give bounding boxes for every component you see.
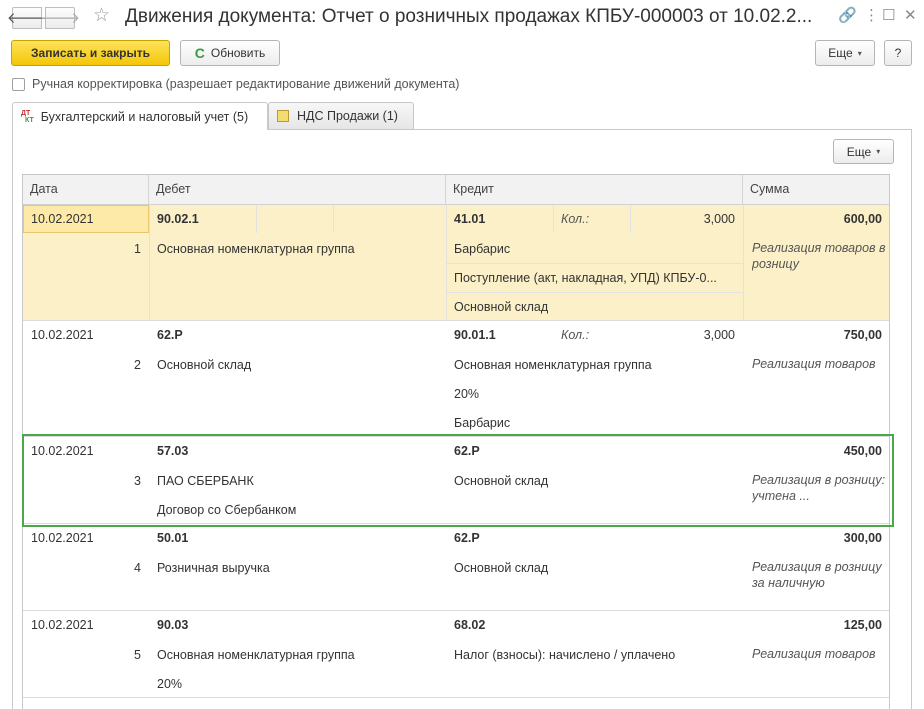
debit-account: 50.01 bbox=[157, 531, 189, 545]
row-date: 10.02.2021 bbox=[31, 212, 94, 226]
row-sum: 750,00 bbox=[843, 328, 882, 342]
credit-subconto: 20% bbox=[454, 387, 480, 401]
row-sum: 600,00 bbox=[843, 212, 882, 226]
row-number: 1 bbox=[134, 242, 141, 256]
debit-subconto: Договор со Сбербанком bbox=[157, 503, 297, 517]
refresh-label: Обновить bbox=[210, 46, 266, 60]
row-description: Реализация товаров в розницу bbox=[752, 241, 886, 271]
link-icon[interactable]: 🔗 bbox=[838, 8, 857, 23]
credit-account: 68.02 bbox=[454, 618, 486, 632]
row-description: Реализация в розницу за наличную bbox=[752, 560, 882, 590]
close-icon[interactable]: ✕ bbox=[904, 8, 917, 23]
header-sum[interactable]: Сумма bbox=[743, 175, 889, 205]
more-label: Еще bbox=[828, 46, 853, 60]
row-sum: 300,00 bbox=[843, 531, 882, 545]
window-title: Движения документа: Отчет о розничных пр… bbox=[125, 6, 813, 27]
row-date: 10.02.2021 bbox=[31, 328, 94, 342]
document-icon bbox=[277, 110, 289, 122]
table-more-button[interactable]: Еще ▾ bbox=[833, 139, 894, 164]
header-date[interactable]: Дата bbox=[23, 175, 149, 205]
debit-account: 90.02.1 bbox=[157, 212, 199, 226]
table-row[interactable]: 10.02.2021 2 62.Р Основной склад 90.01.1… bbox=[23, 321, 889, 437]
table-row[interactable]: 10.02.2021 4 50.01 Розничная выручка 62.… bbox=[23, 524, 889, 611]
title-bar: 🡐 🡒 ☆ Движения документа: Отчет о рознич… bbox=[0, 0, 924, 36]
chevron-down-icon: ▾ bbox=[857, 48, 862, 58]
row-number: 2 bbox=[134, 358, 141, 372]
credit-subconto: Поступление (акт, накладная, УПД) КПБУ-0… bbox=[454, 271, 717, 285]
credit-subconto: Барбарис bbox=[454, 242, 511, 256]
debit-account: 62.Р bbox=[157, 328, 183, 342]
tab-vat-sales[interactable]: НДС Продажи (1) bbox=[268, 102, 414, 129]
qty-label: Кол.: bbox=[561, 328, 590, 342]
debit-account: 57.03 bbox=[157, 444, 189, 458]
tab-accounting[interactable]: ДТ КТ Бухгалтерский и налоговый учет (5) bbox=[12, 102, 268, 130]
table-header: Дата Дебет Кредит Сумма bbox=[23, 175, 889, 205]
debit-subconto: 20% bbox=[157, 677, 183, 691]
debit-subconto: Розничная выручка bbox=[157, 561, 270, 575]
credit-subconto: Основной склад bbox=[454, 474, 549, 488]
tab-accounting-label: Бухгалтерский и налоговый учет (5) bbox=[40, 109, 249, 124]
forward-icon[interactable]: 🡒 bbox=[40, 7, 80, 29]
table-row[interactable]: 10.02.2021 5 90.03 Основная номенклатурн… bbox=[23, 611, 889, 698]
row-number: 5 bbox=[134, 648, 141, 662]
row-description: Реализация в розницу: учтена ... bbox=[752, 473, 886, 503]
debit-subconto: Основная номенклатурная группа bbox=[157, 242, 355, 256]
credit-subconto: Основной склад bbox=[454, 300, 549, 314]
help-button[interactable]: ? bbox=[884, 40, 912, 66]
row-sum: 450,00 bbox=[843, 444, 882, 458]
debit-subconto: ПАО СБЕРБАНК bbox=[157, 474, 254, 488]
table-more-label: Еще bbox=[846, 144, 872, 159]
credit-subconto: Основной склад bbox=[454, 561, 549, 575]
debit-subconto: Основная номенклатурная группа bbox=[157, 648, 355, 662]
credit-account: 62.Р bbox=[454, 531, 480, 545]
manual-correction-label: Ручная корректировка (разрешает редактир… bbox=[32, 77, 460, 91]
row-date: 10.02.2021 bbox=[31, 444, 94, 458]
refresh-button[interactable]: C Обновить bbox=[180, 40, 280, 66]
qty-value: 3,000 bbox=[703, 328, 735, 342]
credit-subconto: Налог (взносы): начислено / уплачено bbox=[454, 648, 676, 662]
back-icon[interactable]: 🡐 bbox=[7, 7, 47, 29]
debit-account: 90.03 bbox=[157, 618, 189, 632]
row-number: 3 bbox=[134, 474, 141, 488]
debit-subconto: Основной склад bbox=[157, 358, 252, 372]
table-row[interactable]: 10.02.2021 3 57.03 ПАО СБЕРБАНК Договор … bbox=[23, 437, 889, 524]
credit-account: 90.01.1 bbox=[454, 328, 496, 342]
row-number: 4 bbox=[134, 561, 141, 575]
chevron-down-icon: ▾ bbox=[876, 147, 881, 156]
manual-correction-row[interactable]: Ручная корректировка (разрешает редактир… bbox=[12, 77, 459, 91]
save-and-close-button[interactable]: Записать и закрыть bbox=[11, 40, 170, 66]
table-row[interactable]: 10.02.2021 1 90.02.1 Основная номенклату… bbox=[23, 205, 889, 321]
tab-vat-sales-label: НДС Продажи (1) bbox=[297, 109, 398, 123]
row-sum: 125,00 bbox=[843, 618, 882, 632]
row-description: Реализация товаров bbox=[752, 647, 876, 661]
qty-label: Кол.: bbox=[561, 212, 590, 226]
more-button[interactable]: Еще ▾ bbox=[815, 40, 875, 66]
header-debit[interactable]: Дебет bbox=[149, 175, 446, 205]
credit-account: 41.01 bbox=[454, 212, 486, 226]
row-date: 10.02.2021 bbox=[31, 618, 94, 632]
dt-kt-icon: ДТ КТ bbox=[21, 109, 34, 124]
more-vertical-icon[interactable]: ⋮ bbox=[864, 8, 879, 23]
qty-value: 3,000 bbox=[703, 212, 735, 226]
credit-subconto: Основная номенклатурная группа bbox=[454, 358, 652, 372]
postings-table[interactable]: Дата Дебет Кредит Сумма 10.02.2021 1 90.… bbox=[22, 174, 890, 709]
maximize-icon[interactable]: ☐ bbox=[882, 8, 895, 23]
favorite-star-icon[interactable]: ☆ bbox=[93, 6, 110, 25]
credit-account: 62.Р bbox=[454, 444, 480, 458]
credit-subconto: Барбарис bbox=[454, 416, 511, 430]
manual-correction-checkbox[interactable] bbox=[12, 77, 25, 91]
row-description: Реализация товаров bbox=[752, 357, 876, 371]
header-credit[interactable]: Кредит bbox=[446, 175, 743, 205]
refresh-icon: C bbox=[194, 45, 205, 61]
row-date: 10.02.2021 bbox=[31, 531, 94, 545]
